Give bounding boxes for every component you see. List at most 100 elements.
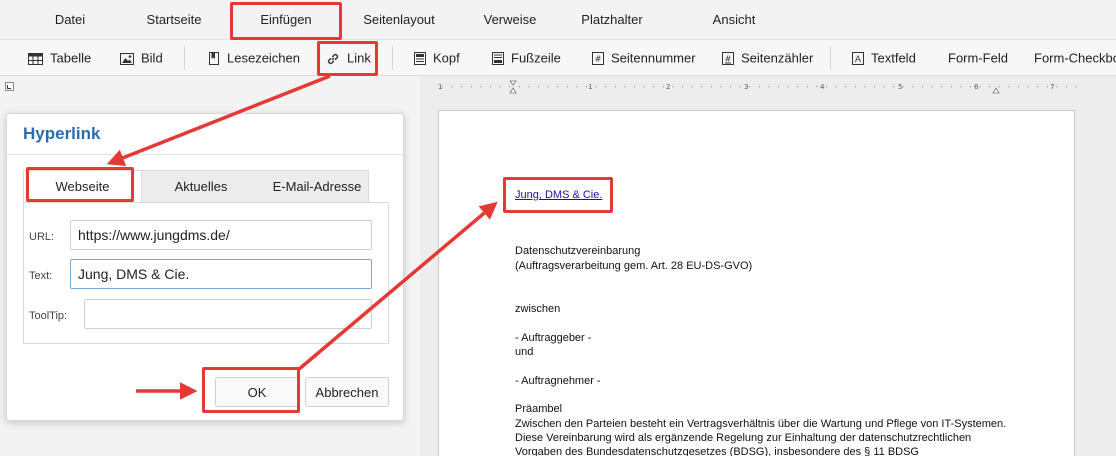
- ruler-tick: [778, 86, 779, 88]
- cancel-button[interactable]: Abbrechen: [305, 377, 389, 407]
- menu-startseite[interactable]: Startseite: [138, 0, 210, 40]
- header-button[interactable]: Kopf: [414, 40, 460, 76]
- svg-text:#: #: [725, 55, 732, 64]
- ruler-tick: [605, 86, 607, 88]
- link-icon: [327, 53, 339, 64]
- menu-platzhalter[interactable]: Platzhalter: [572, 0, 652, 40]
- page-count-button-label: Seitenzähler: [741, 50, 814, 66]
- ruler-tick: [1066, 86, 1067, 88]
- dialog-divider: [7, 154, 403, 155]
- document-line: Datenschutzvereinbarung: [515, 245, 641, 257]
- ruler-tick: [624, 86, 626, 88]
- ruler-tick: [662, 86, 664, 88]
- ruler-tick: [922, 86, 923, 88]
- tab-panel-webseite: URL: Text: ToolTip:: [23, 202, 389, 344]
- ruler-right-indent-marker[interactable]: [992, 87, 1000, 94]
- ruler-tick: [874, 86, 875, 88]
- header-icon: [414, 52, 426, 66]
- document-page[interactable]: Jung, DMS & Cie. Datenschutzvereinbarung…: [438, 110, 1075, 456]
- ruler-tick: [912, 86, 914, 88]
- document-line: und: [515, 346, 534, 358]
- ruler-number: 2: [666, 83, 670, 91]
- document-line: Vorgaben des Bundesdatenschutzgesetzes (…: [515, 446, 919, 456]
- ruler-tick: [1037, 86, 1039, 88]
- table-button[interactable]: Tabelle: [28, 40, 91, 76]
- document-line: (Auftragsverarbeitung gem. Art. 28 EU-DS…: [515, 260, 753, 272]
- ruler-tick: [970, 86, 971, 88]
- form-checkbox-button[interactable]: Form-Checkbox: [1034, 40, 1116, 76]
- horizontal-ruler[interactable]: 1 1 2 3 4 5 6 7: [436, 80, 1078, 94]
- document-line: Präambel: [515, 403, 563, 415]
- image-button[interactable]: Bild: [120, 40, 163, 76]
- link-button[interactable]: Link: [326, 40, 371, 76]
- svg-text:#: #: [595, 55, 602, 64]
- ruler-tick: [835, 86, 837, 88]
- menu-ansicht[interactable]: Ansicht: [704, 0, 764, 40]
- ruler-tick: [998, 86, 1000, 88]
- ruler-tick: [672, 86, 674, 88]
- ruler-corner-marker[interactable]: [5, 82, 14, 91]
- hyperlink-dialog: Hyperlink Webseite Aktuelles Dokument E-…: [6, 113, 404, 421]
- text-label: Text:: [29, 270, 53, 282]
- tab-email-adresse[interactable]: E-Mail-Adresse: [264, 171, 370, 202]
- tab-webseite[interactable]: Webseite: [24, 171, 142, 202]
- tooltip-input[interactable]: [84, 299, 372, 329]
- ruler-tick: [950, 86, 952, 88]
- ruler-tick: [480, 86, 482, 88]
- ruler-first-line-indent-marker[interactable]: [509, 80, 517, 86]
- menu-verweise[interactable]: Verweise: [478, 0, 542, 40]
- ruler-tick: [710, 86, 712, 88]
- ribbon-toolbar: Tabelle Bild Lesezeichen Link Kopf Fußze…: [0, 40, 1116, 76]
- ruler-ticks: [442, 86, 1077, 88]
- ruler-tick: [720, 86, 722, 88]
- ruler-tick: [816, 86, 818, 88]
- ruler-number: 3: [744, 83, 748, 91]
- ruler-tick: [960, 86, 962, 88]
- ruler-tick: [941, 86, 943, 88]
- ruler-tick: [470, 86, 472, 88]
- page-number-icon: #: [592, 52, 604, 66]
- ruler-tick: [854, 86, 856, 88]
- ruler-tick: [1008, 86, 1010, 88]
- ruler-tick: [1018, 86, 1019, 88]
- footer-button[interactable]: Fußzeile: [492, 40, 561, 76]
- dialog-tabbar: Webseite Aktuelles Dokument E-Mail-Adres…: [23, 170, 370, 225]
- document-line: - Auftragnehmer -: [515, 375, 601, 387]
- url-label: URL:: [29, 231, 55, 243]
- ruler-tick: [758, 86, 760, 88]
- menu-seitenlayout[interactable]: Seitenlayout: [356, 0, 442, 40]
- ruler-tick: [1027, 86, 1029, 88]
- hyperlink-text[interactable]: Jung, DMS & Cie.: [515, 189, 602, 201]
- page-count-button[interactable]: # Seitenzähler: [722, 40, 813, 76]
- menu-bar: Datei Startseite Einfügen Seitenlayout V…: [0, 0, 1116, 40]
- textbox-button[interactable]: A Textfeld: [852, 40, 916, 76]
- ok-button[interactable]: OK: [215, 377, 299, 407]
- bookmark-button-label: Lesezeichen: [227, 50, 300, 66]
- ruler-number: 6: [974, 83, 979, 91]
- url-input[interactable]: [70, 220, 372, 250]
- separator: [830, 46, 831, 70]
- ruler-tick: [1056, 86, 1058, 88]
- menu-datei[interactable]: Datei: [42, 0, 98, 40]
- ruler-tick: [614, 86, 616, 88]
- ruler-tick: [730, 86, 731, 88]
- ruler-tick: [902, 86, 904, 88]
- ruler-tick: [461, 86, 463, 88]
- menu-einfuegen[interactable]: Einfügen: [238, 0, 334, 40]
- ruler-tick: [653, 86, 655, 88]
- ruler-tick: [739, 86, 741, 88]
- footer-icon: [492, 52, 504, 66]
- bookmark-button[interactable]: Lesezeichen: [208, 40, 300, 76]
- textbox-button-label: Textfeld: [871, 50, 916, 66]
- form-field-button[interactable]: Form-Feld: [948, 40, 1008, 76]
- text-input[interactable]: [70, 259, 372, 289]
- ruler-tick: [576, 86, 578, 88]
- tab-aktuelles-dokument[interactable]: Aktuelles Dokument: [144, 171, 258, 225]
- footer-button-label: Fußzeile: [511, 50, 561, 66]
- ruler-tick: [826, 86, 827, 88]
- page-number-button[interactable]: # Seitennummer: [592, 40, 696, 76]
- bookmark-icon: [209, 52, 219, 66]
- ruler-left-indent-marker[interactable]: [509, 87, 517, 94]
- document-hyperlink[interactable]: Jung, DMS & Cie.: [515, 189, 602, 201]
- ruler-tick: [1046, 86, 1048, 88]
